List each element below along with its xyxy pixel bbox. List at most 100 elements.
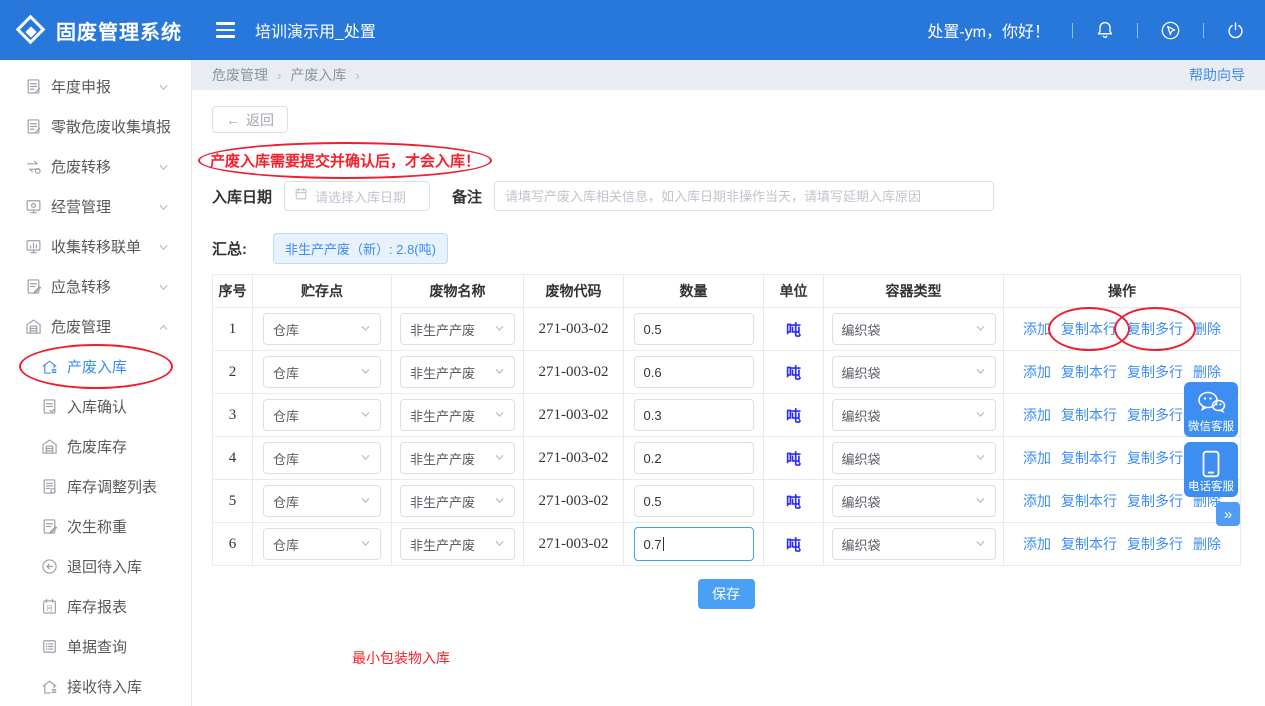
quantity-input[interactable]: 0.6 <box>633 356 754 388</box>
date-input[interactable]: 请选择入库日期 <box>284 181 431 211</box>
quantity-input[interactable]: 0.2 <box>633 442 754 474</box>
chevron-down-icon <box>158 280 169 297</box>
waste-name-select[interactable]: 非生产产废 <box>400 442 515 474</box>
chevron-down-icon <box>494 450 505 466</box>
storage-select[interactable]: 仓库 <box>263 313 381 345</box>
delete-row-link[interactable]: 删除 <box>1193 319 1221 339</box>
add-row-link[interactable]: 添加 <box>1023 534 1051 554</box>
svg-text:月: 月 <box>46 604 53 612</box>
storage-select[interactable]: 仓库 <box>263 399 381 431</box>
chevron-down-icon <box>494 407 505 423</box>
save-button[interactable]: 保存 <box>697 579 755 609</box>
copy-row-link[interactable]: 复制本行 <box>1061 534 1117 554</box>
copy-rows-link[interactable]: 复制多行 <box>1127 448 1183 468</box>
container-type-select[interactable]: 编织袋 <box>831 356 996 388</box>
container-type-select[interactable]: 编织袋 <box>831 485 996 517</box>
menu-toggle-icon[interactable] <box>216 22 235 38</box>
waste-name-select[interactable]: 非生产产废 <box>400 528 515 560</box>
delete-row-link[interactable]: 删除 <box>1193 534 1221 554</box>
chevron-down-icon <box>360 364 371 380</box>
sidebar-subitem-3[interactable]: 库存调整列表 <box>0 466 191 506</box>
waste-name-select[interactable]: 非生产产废 <box>400 485 515 517</box>
help-guide-link[interactable]: 帮助向导 <box>1189 65 1245 85</box>
storage-select[interactable]: 仓库 <box>263 485 381 517</box>
container-type-select[interactable]: 编织袋 <box>831 528 996 560</box>
house-icon <box>40 357 58 375</box>
chevron-down-icon <box>158 240 169 257</box>
wechat-support-button[interactable]: 微信客服 <box>1184 382 1238 437</box>
container-type-select[interactable]: 编织袋 <box>831 313 996 345</box>
breadcrumb-item-0[interactable]: 危废管理 <box>212 67 268 83</box>
chevron-down-icon <box>158 120 169 137</box>
container-type-select[interactable]: 编织袋 <box>831 399 996 431</box>
copy-rows-link[interactable]: 复制多行 <box>1127 534 1183 554</box>
storage-select[interactable]: 仓库 <box>263 356 381 388</box>
add-row-link[interactable]: 添加 <box>1023 362 1051 382</box>
sidebar-subitem-0[interactable]: 产废入库 <box>0 344 191 389</box>
breadcrumb: 危废管理 › 产废入库 › 帮助向导 <box>192 60 1265 90</box>
sidebar-item-4[interactable]: 收集转移联单 <box>0 226 191 266</box>
copy-row-link[interactable]: 复制本行 <box>1061 319 1117 339</box>
row-number: 2 <box>228 364 237 380</box>
delete-row-link[interactable]: 删除 <box>1193 362 1221 382</box>
copy-row-link[interactable]: 复制本行 <box>1061 448 1117 468</box>
sidebar-item-1[interactable]: 零散危废收集填报 <box>0 106 191 146</box>
copy-rows-link[interactable]: 复制多行 <box>1127 362 1183 382</box>
list-icon <box>40 637 58 655</box>
quantity-input[interactable]: 0.3 <box>633 399 754 431</box>
chevron-down-icon <box>975 450 986 466</box>
sidebar-subitem-5[interactable]: 退回待入库 <box>0 546 191 586</box>
document-icon <box>24 117 42 135</box>
logout-power-icon[interactable] <box>1226 21 1245 40</box>
column-header: 单位 <box>763 274 824 308</box>
add-row-link[interactable]: 添加 <box>1023 448 1051 468</box>
breadcrumb-item-1[interactable]: 产废入库 <box>290 67 346 83</box>
sidebar-subitem-6[interactable]: 月库存报表 <box>0 586 191 626</box>
note-text: 最小包装物入库 <box>352 650 450 666</box>
sidebar-subitem-8[interactable]: 接收待入库 <box>0 666 191 706</box>
remark-input[interactable] <box>494 181 995 211</box>
add-row-link[interactable]: 添加 <box>1023 319 1051 339</box>
row-number: 6 <box>228 536 237 552</box>
table-row: 1 仓库 非生产产废 271-003-02 0.5 吨 编织袋 添加 复制本行 复制多行 删除 <box>212 307 1241 351</box>
sidebar-item-3[interactable]: 经营管理 <box>0 186 191 226</box>
quantity-input[interactable]: 0.5 <box>633 485 754 517</box>
sidebar-item-0[interactable]: 年度申报 <box>0 66 191 106</box>
copy-row-link[interactable]: 复制本行 <box>1061 491 1117 511</box>
waste-name-select[interactable]: 非生产产废 <box>400 356 515 388</box>
warning-message: 产废入库需要提交并确认后，才会入库！ <box>210 153 481 170</box>
guide-pointer-icon[interactable] <box>1160 20 1181 41</box>
app-title: 固废管理系统 <box>56 21 182 44</box>
copy-row-link[interactable]: 复制本行 <box>1061 362 1117 382</box>
copy-row-link[interactable]: 复制本行 <box>1061 405 1117 425</box>
unit-label: 吨 <box>785 493 801 511</box>
phone-support-button[interactable]: 电话客服 <box>1184 442 1238 497</box>
chevron-down-icon <box>158 160 169 177</box>
container-type-select[interactable]: 编织袋 <box>831 442 996 474</box>
sidebar-item-2[interactable]: 危废转移 <box>0 146 191 186</box>
copy-rows-link[interactable]: 复制多行 <box>1127 319 1183 339</box>
sidebar-item-6[interactable]: 危废管理 <box>0 306 191 346</box>
back-button[interactable]: ← 返回 <box>212 106 288 133</box>
column-header: 废物名称 <box>391 274 524 308</box>
add-row-link[interactable]: 添加 <box>1023 405 1051 425</box>
sidebar-item-5[interactable]: 应急转移 <box>0 266 191 306</box>
summary-badge: 非生产产废（新）: 2.8(吨) <box>273 233 448 264</box>
copy-rows-link[interactable]: 复制多行 <box>1127 491 1183 511</box>
expand-chevrons-icon[interactable]: » <box>1216 502 1240 526</box>
waste-name-select[interactable]: 非生产产废 <box>400 399 515 431</box>
sidebar-subitem-1[interactable]: 入库确认 <box>0 386 191 426</box>
storage-select[interactable]: 仓库 <box>263 442 381 474</box>
sidebar-subitem-4[interactable]: 次生称重 <box>0 506 191 546</box>
unit-label: 吨 <box>785 536 801 554</box>
storage-select[interactable]: 仓库 <box>263 528 381 560</box>
quantity-input[interactable]: 0.7 <box>633 527 754 561</box>
copy-rows-link[interactable]: 复制多行 <box>1127 405 1183 425</box>
add-row-link[interactable]: 添加 <box>1023 491 1051 511</box>
notification-bell-icon[interactable] <box>1095 20 1115 40</box>
waste-code: 271-003-02 <box>538 493 609 509</box>
sidebar-subitem-7[interactable]: 单据查询 <box>0 626 191 666</box>
quantity-input[interactable]: 0.5 <box>633 313 754 345</box>
waste-name-select[interactable]: 非生产产废 <box>400 313 515 345</box>
sidebar-subitem-2[interactable]: 危废库存 <box>0 426 191 466</box>
